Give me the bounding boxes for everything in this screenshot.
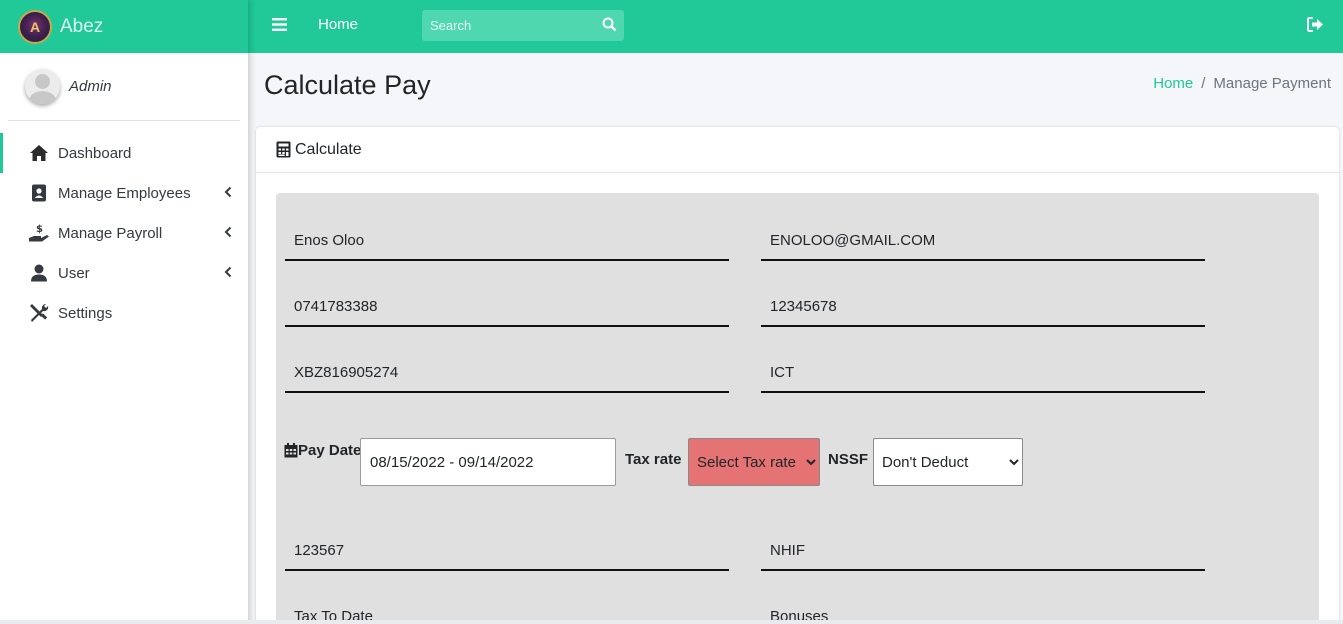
department-field: [761, 353, 1205, 393]
employee-name-field: [285, 221, 729, 261]
calculate-card: Calculate Pay Date Tax rate Select Tax r…: [256, 127, 1339, 624]
sidebar-item-label: Manage Payroll: [58, 224, 163, 242]
breadcrumb-separator: /: [1201, 75, 1206, 92]
sidebar-item-dashboard[interactable]: Dashboard: [0, 133, 248, 173]
id-number-field: [761, 287, 1205, 327]
pin-input[interactable]: [285, 353, 729, 391]
employee-name-input[interactable]: [285, 221, 729, 259]
card-title: Calculate: [295, 140, 362, 158]
page-bottom-border: [0, 620, 1343, 624]
department-input[interactable]: [761, 353, 1205, 391]
search-form: [422, 10, 624, 41]
card-header: Calculate: [256, 127, 1339, 173]
hamburger-menu-icon[interactable]: [272, 18, 287, 36]
top-nav-home-link[interactable]: Home: [318, 16, 358, 33]
tools-icon: [28, 303, 50, 323]
breadcrumb-current: Manage Payment: [1213, 75, 1331, 92]
tax-rate-select[interactable]: Select Tax rate: [688, 438, 820, 486]
id-card-icon: [28, 183, 50, 203]
pay-date-range-input[interactable]: [360, 438, 616, 486]
phone-input[interactable]: [285, 287, 729, 325]
sidebar-item-settings[interactable]: Settings: [0, 293, 248, 333]
nhif-field: [761, 531, 1205, 571]
avatar: [25, 69, 60, 104]
breadcrumb-home-link[interactable]: Home: [1153, 75, 1193, 92]
search-input[interactable]: [422, 10, 592, 41]
nssf-label: NSSF: [828, 451, 869, 468]
tax-rate-label: Tax rate: [625, 451, 682, 468]
nssf-number-input[interactable]: [285, 531, 729, 569]
brand-link[interactable]: A Abez: [0, 0, 248, 53]
calculator-icon: [276, 141, 291, 158]
user-icon: [28, 263, 50, 283]
sidebar: A Abez Admin Dashboard Manage Employees …: [0, 0, 248, 624]
sidebar-item-manage-payroll[interactable]: $ Manage Payroll: [0, 213, 248, 253]
pay-date-label: Pay Date: [284, 442, 361, 459]
chevron-left-icon: [224, 226, 232, 238]
sidebar-item-manage-employees[interactable]: Manage Employees: [0, 173, 248, 213]
id-number-input[interactable]: [761, 287, 1205, 325]
nssf-select[interactable]: Don't Deduct: [873, 438, 1023, 486]
breadcrumb: Home / Manage Payment: [1153, 75, 1331, 92]
nhif-input[interactable]: [761, 531, 1205, 569]
chevron-left-icon: [224, 186, 232, 198]
sidebar-item-label: Settings: [58, 304, 113, 322]
sidebar-item-user[interactable]: User: [0, 253, 248, 293]
sidebar-nav: Dashboard Manage Employees $ Manage Payr…: [0, 133, 248, 333]
chevron-left-icon: [224, 266, 232, 278]
calendar-icon: [284, 443, 298, 458]
sidebar-item-label: Dashboard: [58, 144, 132, 162]
user-name[interactable]: Admin: [69, 78, 112, 95]
calculate-form: Pay Date Tax rate Select Tax rate NSSF D…: [276, 193, 1319, 624]
search-icon[interactable]: [602, 17, 617, 37]
email-input[interactable]: [761, 221, 1205, 259]
page-title: Calculate Pay: [264, 70, 431, 100]
svg-text:$: $: [36, 224, 43, 235]
sidebar-item-label: User: [58, 264, 90, 282]
brand-logo: A: [18, 9, 52, 44]
sidebar-item-label: Manage Employees: [58, 184, 191, 202]
phone-field: [285, 287, 729, 327]
nssf-number-field: [285, 531, 729, 571]
email-field: [761, 221, 1205, 261]
brand-name: Abez: [60, 15, 104, 37]
top-navbar: Home: [248, 0, 1343, 53]
hand-dollar-icon: $: [28, 223, 50, 243]
logout-icon[interactable]: [1307, 17, 1324, 37]
home-icon: [28, 143, 50, 163]
pin-field: [285, 353, 729, 393]
user-panel: Admin: [8, 53, 240, 121]
